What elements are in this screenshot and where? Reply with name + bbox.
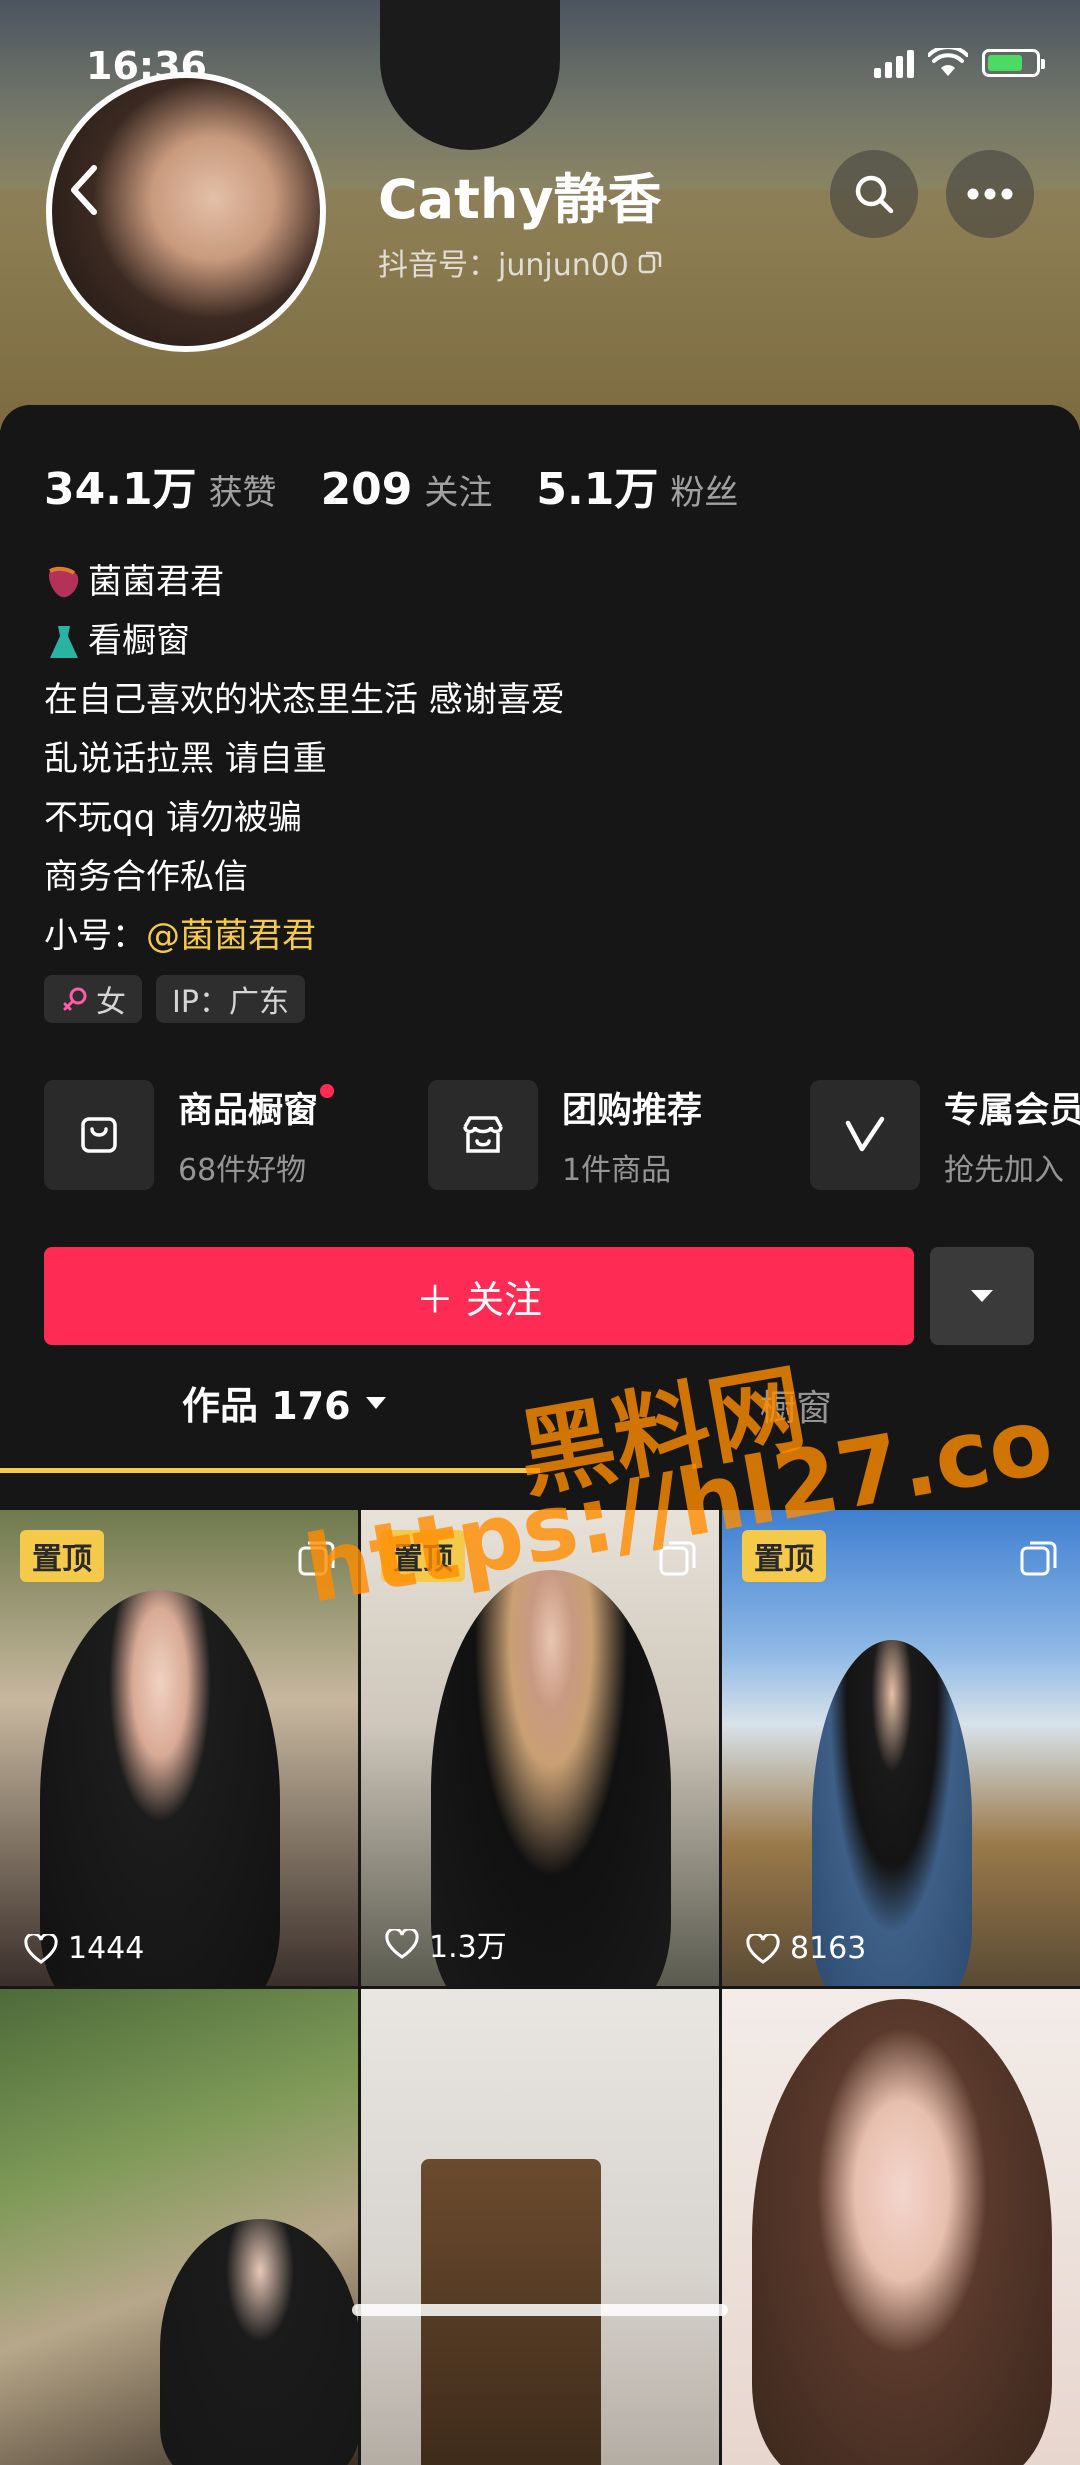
stats-row: 34.1万 获赞 209 关注 5.1万 粉丝: [44, 453, 738, 517]
bio-text: 菌菌君君: [88, 562, 224, 602]
feature-text: 商品橱窗 68件好物: [178, 1082, 335, 1189]
pinned-badge: 置顶: [20, 1530, 104, 1582]
female-icon: [63, 987, 87, 1011]
tab-window[interactable]: 橱窗: [760, 1379, 832, 1431]
follow-button[interactable]: ＋ 关注: [44, 1247, 914, 1345]
bio-text: 看橱窗: [88, 621, 190, 661]
feature-icon-box: [44, 1080, 154, 1190]
feature-row: 商品橱窗 68件好物 团购推荐 1件商品 专属会员 抢先加入: [44, 1080, 1080, 1195]
ip-tag: IP：广东: [156, 975, 305, 1023]
feature-icon-box: [810, 1080, 920, 1190]
douyin-id[interactable]: 抖音号：junjun00: [378, 240, 663, 284]
pinned-badge: 置顶: [742, 1530, 826, 1582]
feature-icon-box: [428, 1080, 538, 1190]
thumbnail-image: [160, 2219, 358, 2465]
more-button[interactable]: [946, 150, 1034, 238]
bio-line: 看橱窗: [44, 612, 565, 671]
search-button[interactable]: [830, 150, 918, 238]
active-tab-indicator: [0, 1468, 540, 1473]
stat-label: 关注: [424, 473, 493, 513]
thumbnail-image: [752, 1999, 1052, 2465]
pinned-badge: 置顶: [381, 1530, 465, 1582]
feature-text: 专属会员 抢先加入: [944, 1082, 1080, 1189]
dress-icon: [50, 625, 78, 658]
feature-title: 团购推荐: [562, 1090, 703, 1131]
bio-line: 乱说话拉黑 请自重: [44, 739, 327, 779]
profile-name: Cathy静香: [378, 168, 662, 231]
stat-value: 209: [320, 464, 413, 515]
gender-label: 女: [96, 985, 126, 1020]
store-icon: [463, 1116, 503, 1153]
multi-image-icon: [298, 1541, 335, 1576]
stat-value: 5.1万: [536, 464, 659, 515]
bio-mention-link[interactable]: @菌菌君君: [146, 907, 316, 966]
bio-line: 商务合作私信: [44, 857, 248, 897]
bio-alt-prefix: 小号：: [44, 916, 146, 956]
video-tile[interactable]: [361, 1989, 719, 2465]
caret-down-icon: [365, 1396, 386, 1409]
heart-icon: [385, 1929, 419, 1959]
feature-shop-window[interactable]: 商品橱窗 68件好物: [44, 1080, 335, 1190]
notification-dot: [320, 1083, 335, 1098]
video-tile[interactable]: 置顶 8163: [722, 1510, 1080, 1986]
feature-text: 团购推荐 1件商品: [562, 1082, 702, 1189]
video-tile[interactable]: [0, 1989, 358, 2465]
like-count: 1444: [24, 1931, 144, 1966]
feature-group-buy[interactable]: 团购推荐 1件商品: [428, 1080, 702, 1190]
stat-label: 获赞: [208, 473, 277, 513]
like-count: 8163: [746, 1931, 866, 1966]
video-tile[interactable]: 置顶 1.3万: [361, 1510, 719, 1986]
status-icons: [874, 48, 1045, 78]
bio-line: 不玩qq 请勿被骗: [44, 798, 302, 838]
sweet-potato-icon: [48, 566, 79, 597]
signal-icon: [874, 48, 914, 78]
like-count-value: 1.3万: [429, 1930, 507, 1965]
douyin-id-text: 抖音号：junjun00: [378, 248, 629, 283]
like-count: 1.3万: [385, 1922, 507, 1966]
triangle-down-icon: [971, 1290, 993, 1302]
battery-charging-icon: [982, 49, 1045, 77]
video-tile[interactable]: 置顶 1444: [0, 1510, 358, 1986]
feature-title: 商品橱窗: [178, 1082, 335, 1133]
thumbnail-image: [40, 1590, 280, 1986]
back-icon[interactable]: [60, 160, 110, 220]
tab-works-label: 作品 176: [182, 1384, 351, 1428]
v-icon: [845, 1116, 885, 1152]
stat-value: 34.1万: [44, 464, 197, 515]
search-icon: [855, 175, 894, 214]
stat-likes: 34.1万 获赞: [44, 453, 277, 517]
feature-title: 专属会员: [944, 1090, 1080, 1131]
stat-following[interactable]: 209 关注: [321, 464, 493, 515]
bio-line: 菌菌君君: [44, 553, 565, 612]
feature-subtitle: 1件商品: [562, 1152, 672, 1188]
gender-tag: 女: [44, 975, 142, 1023]
stat-followers[interactable]: 5.1万 粉丝: [536, 453, 738, 517]
tab-works[interactable]: 作品 176: [182, 1375, 389, 1430]
feature-subtitle: 抢先加入: [944, 1152, 1064, 1188]
content-tabs: 作品 176 橱窗: [0, 1375, 1080, 1473]
bio-line: 小号： @菌菌君君: [44, 907, 565, 966]
follow-options-button[interactable]: [930, 1247, 1034, 1345]
like-count-value: 1444: [68, 1931, 145, 1966]
more-icon: [967, 188, 1013, 200]
profile-tags: 女 IP：广东: [44, 975, 305, 1023]
home-indicator[interactable]: [352, 2304, 728, 2316]
copy-icon[interactable]: [637, 249, 663, 275]
bag-icon: [81, 1117, 117, 1153]
wifi-icon: [928, 48, 968, 76]
bio-line: 在自己喜欢的状态里生活 感谢喜爱: [44, 680, 565, 720]
feature-subtitle: 68件好物: [178, 1152, 307, 1188]
like-count-value: 8163: [790, 1931, 867, 1966]
heart-icon: [24, 1933, 58, 1964]
bio: 菌菌君君 看橱窗 在自己喜欢的状态里生活 感谢喜爱 乱说话拉黑 请自重 不玩qq…: [44, 553, 565, 966]
video-tile[interactable]: [722, 1989, 1080, 2465]
feature-membership[interactable]: 专属会员 抢先加入: [810, 1080, 1080, 1190]
heart-icon: [746, 1933, 780, 1964]
stat-label: 粉丝: [670, 473, 739, 513]
multi-image-icon: [659, 1541, 696, 1576]
multi-image-icon: [1020, 1541, 1057, 1576]
